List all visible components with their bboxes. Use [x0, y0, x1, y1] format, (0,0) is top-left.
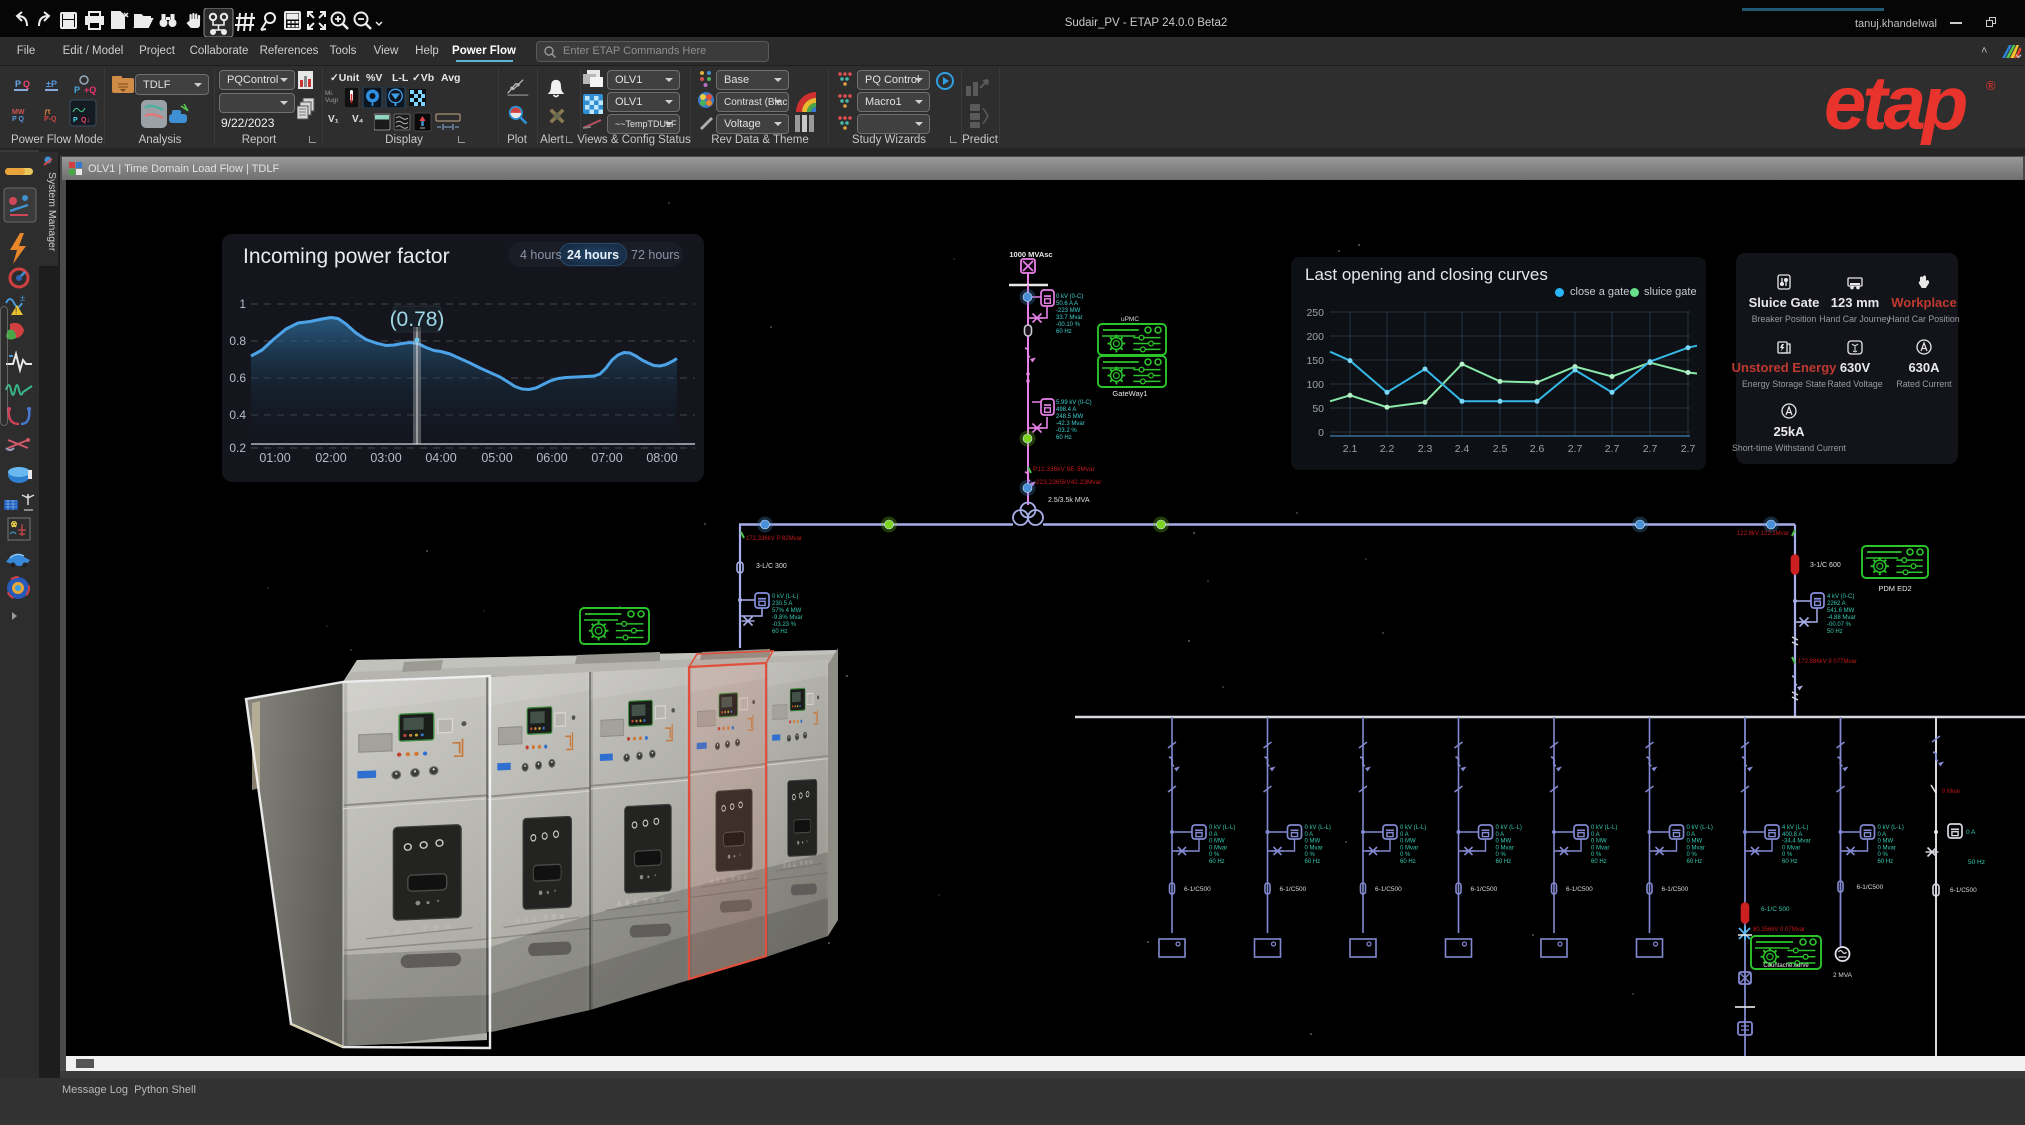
svg-text:P-Q: P-Q: [44, 116, 57, 123]
svg-text:ƒt: ƒt: [44, 109, 51, 116]
svg-text:P: P: [74, 85, 80, 95]
svg-text:!: !: [15, 307, 17, 316]
svg-text:±P: ±P: [46, 79, 57, 89]
svg-text:±: ±: [20, 293, 25, 303]
svg-text:P: P: [15, 79, 21, 89]
svg-text:Q: Q: [23, 79, 30, 89]
svg-text:MW: MW: [12, 109, 25, 116]
svg-text:+Q: +Q: [84, 85, 96, 95]
svg-text:Q↓: Q↓: [81, 117, 90, 124]
svg-text:P: P: [73, 117, 78, 124]
svg-text:P Q: P Q: [12, 116, 24, 123]
